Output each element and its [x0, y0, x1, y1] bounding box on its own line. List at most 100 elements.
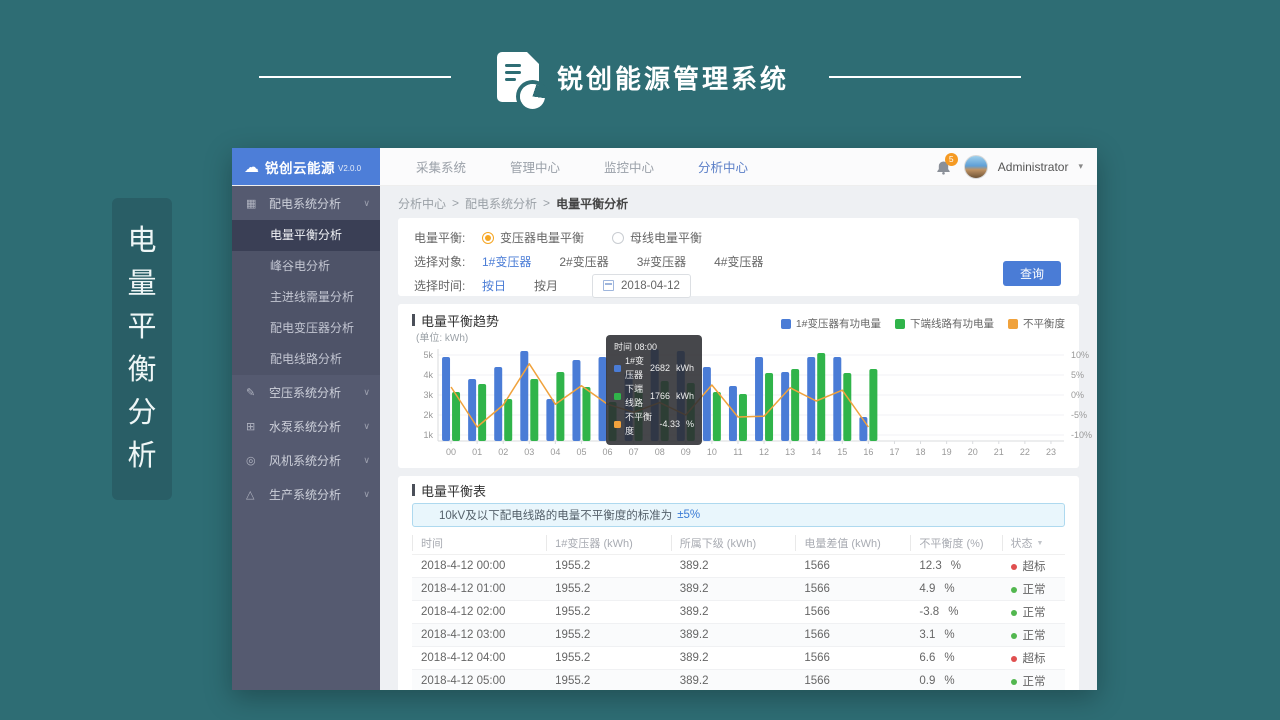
user-menu-caret-icon[interactable]: ▾ [1078, 161, 1083, 172]
chart-tooltip: 时间 08:00 1#变压器 2682 kWh 下端线路 1766 [606, 335, 702, 445]
svg-text:1k: 1k [423, 430, 433, 440]
sidebar-group-fan[interactable]: ◎ 风机系统分析 ∨ [232, 443, 380, 477]
sidebar-item-line-analysis[interactable]: 配电线路分析 [232, 344, 380, 375]
app-logo[interactable]: ☁ 锐创云能源 V2.0.0 [232, 148, 380, 185]
chevron-down-icon: ∨ [363, 198, 370, 209]
object-option-transformer-2[interactable]: 2#变压器 [559, 253, 608, 270]
breadcrumb-item[interactable]: 配电系统分析 [465, 195, 537, 212]
svg-text:06: 06 [603, 447, 613, 457]
radio-transformer-balance[interactable]: 变压器电量平衡 [482, 229, 584, 246]
standard-notice: 10kV及以下配电线路的电量不平衡度的标准为 ±5% [412, 503, 1065, 527]
table-panel: 电量平衡表 10kV及以下配电线路的电量不平衡度的标准为 ±5% 时间 1#变压… [398, 476, 1079, 690]
table-row[interactable]: 2018-4-12 01:001955.2389.215664.9%正常 [412, 578, 1065, 601]
status-dot [1011, 633, 1017, 639]
radio-bus-balance[interactable]: 母线电量平衡 [612, 229, 702, 246]
balance-chart[interactable]: 5k10%4k5%3k0%2k-5%1k-10%0001020304050607… [412, 345, 1065, 465]
status-badge: 超标 [1023, 653, 1046, 665]
object-option-transformer-4[interactable]: 4#变压器 [714, 253, 763, 270]
user-name[interactable]: Administrator [998, 160, 1069, 174]
svg-text:0%: 0% [1071, 390, 1084, 400]
status-dot [1011, 564, 1017, 570]
legend-downstream[interactable]: 下端线路有功电量 [895, 316, 994, 331]
balance-chart-svg: 5k10%4k5%3k0%2k-5%1k-10%0001020304050607… [412, 345, 1093, 463]
notification-bell-icon[interactable]: 5 [934, 157, 954, 177]
chevron-down-icon: ∨ [363, 489, 370, 500]
radio-unselected-icon[interactable] [612, 232, 624, 244]
table-row[interactable]: 2018-4-12 00:001955.2389.2156612.3%超标 [412, 555, 1065, 578]
legend-unbalance[interactable]: 不平衡度 [1008, 316, 1065, 331]
fan-icon: ◎ [246, 454, 262, 467]
legend-mark-orange [1008, 319, 1018, 329]
sidebar-item-main-line-demand[interactable]: 主进线需量分析 [232, 282, 380, 313]
object-select-label: 选择对象: [414, 253, 482, 270]
table-row[interactable]: 2018-4-12 03:001955.2389.215663.1%正常 [412, 624, 1065, 647]
vertical-page-label: 电 量 平 衡 分 析 [112, 198, 172, 500]
sidebar-group-air-compression[interactable]: ✎ 空压系统分析 ∨ [232, 375, 380, 409]
svg-text:02: 02 [498, 447, 508, 457]
cloud-icon: ☁ [244, 158, 259, 176]
nav-item-monitoring[interactable]: 监控中心 [582, 157, 676, 176]
sidebar-item-balance-analysis[interactable]: 电量平衡分析 [232, 220, 380, 251]
svg-text:20: 20 [968, 447, 978, 457]
object-option-transformer-3[interactable]: 3#变压器 [637, 253, 686, 270]
svg-text:09: 09 [681, 447, 691, 457]
status-badge: 正常 [1023, 607, 1046, 619]
pump-icon: ⊞ [246, 420, 262, 433]
status-filter-icon[interactable]: ▼ [1037, 540, 1044, 547]
col-downstream: 所属下级 (kWh) [671, 535, 796, 551]
svg-text:15: 15 [837, 447, 847, 457]
main-content: 分析中心 > 配电系统分析 > 电量平衡分析 电量平衡: 变压器电量平衡 [380, 186, 1097, 690]
col-difference: 电量差值 (kWh) [795, 535, 910, 551]
sidebar-item-transformer-analysis[interactable]: 配电变压器分析 [232, 313, 380, 344]
col-time: 时间 [412, 535, 546, 551]
col-unbalance: 不平衡度 (%) [910, 535, 1001, 551]
svg-text:13: 13 [785, 447, 795, 457]
app-window: ☁ 锐创云能源 V2.0.0 采集系统 管理中心 监控中心 分析中心 5 Adm… [232, 148, 1097, 690]
banner-line-left [259, 76, 451, 78]
nav-item-collection[interactable]: 采集系统 [394, 157, 488, 176]
breadcrumb-item[interactable]: 分析中心 [398, 195, 446, 212]
table-title: 电量平衡表 [421, 481, 486, 500]
user-avatar[interactable] [964, 155, 988, 179]
object-option-transformer-1[interactable]: 1#变压器 [482, 253, 531, 270]
sidebar: ▦ 配电系统分析 ∨ 电量平衡分析 峰谷电分析 主进线需量分析 配电变压器分析 … [232, 186, 380, 690]
sidebar-group-power-distribution[interactable]: ▦ 配电系统分析 ∨ [232, 186, 380, 220]
chart-panel: 电量平衡趋势 1#变压器有功电量 下端线路有功电量 [398, 304, 1079, 468]
col-transformer: 1#变压器 (kWh) [546, 535, 671, 551]
sidebar-item-peak-valley[interactable]: 峰谷电分析 [232, 251, 380, 282]
svg-text:07: 07 [629, 447, 639, 457]
chart-legend: 1#变压器有功电量 下端线路有功电量 不平衡度 [781, 316, 1065, 331]
app-version: V2.0.0 [338, 164, 361, 173]
grid-icon: ▦ [246, 197, 262, 210]
date-picker[interactable]: 2018-04-12 [592, 274, 691, 298]
radio-selected-icon[interactable] [482, 232, 494, 244]
table-row[interactable]: 2018-4-12 04:001955.2389.215666.6%超标 [412, 647, 1065, 670]
status-badge: 正常 [1023, 630, 1046, 642]
banner-line-right [829, 76, 1021, 78]
svg-text:-10%: -10% [1071, 430, 1092, 440]
table-row[interactable]: 2018-4-12 02:001955.2389.21566-3.8%正常 [412, 601, 1065, 624]
title-accent-bar [412, 484, 415, 496]
time-select-label: 选择时间: [414, 277, 482, 294]
sidebar-group-water-pump[interactable]: ⊞ 水泵系统分析 ∨ [232, 409, 380, 443]
svg-text:01: 01 [472, 447, 482, 457]
breadcrumb: 分析中心 > 配电系统分析 > 电量平衡分析 [398, 192, 1079, 214]
time-mode-monthly[interactable]: 按月 [534, 277, 558, 294]
nav-item-analysis[interactable]: 分析中心 [676, 157, 770, 176]
table-header: 时间 1#变压器 (kWh) 所属下级 (kWh) 电量差值 (kWh) 不平衡… [412, 532, 1065, 555]
production-icon: △ [246, 488, 262, 501]
svg-text:2k: 2k [423, 410, 433, 420]
search-button[interactable]: 查询 [1003, 261, 1061, 286]
breadcrumb-current: 电量平衡分析 [556, 195, 628, 212]
sidebar-submenu: 电量平衡分析 峰谷电分析 主进线需量分析 配电变压器分析 配电线路分析 [232, 220, 380, 375]
svg-text:04: 04 [550, 447, 560, 457]
top-banner: 锐创能源管理系统 [0, 42, 1280, 112]
status-dot [1011, 679, 1017, 685]
legend-transformer[interactable]: 1#变压器有功电量 [781, 316, 881, 331]
nav-item-management[interactable]: 管理中心 [488, 157, 582, 176]
header-right: 5 Administrator ▾ [934, 148, 1097, 185]
svg-text:16: 16 [863, 447, 873, 457]
time-mode-daily[interactable]: 按日 [482, 277, 506, 294]
sidebar-group-production[interactable]: △ 生产系统分析 ∨ [232, 477, 380, 511]
table-row[interactable]: 2018-4-12 05:001955.2389.215660.9%正常 [412, 670, 1065, 690]
